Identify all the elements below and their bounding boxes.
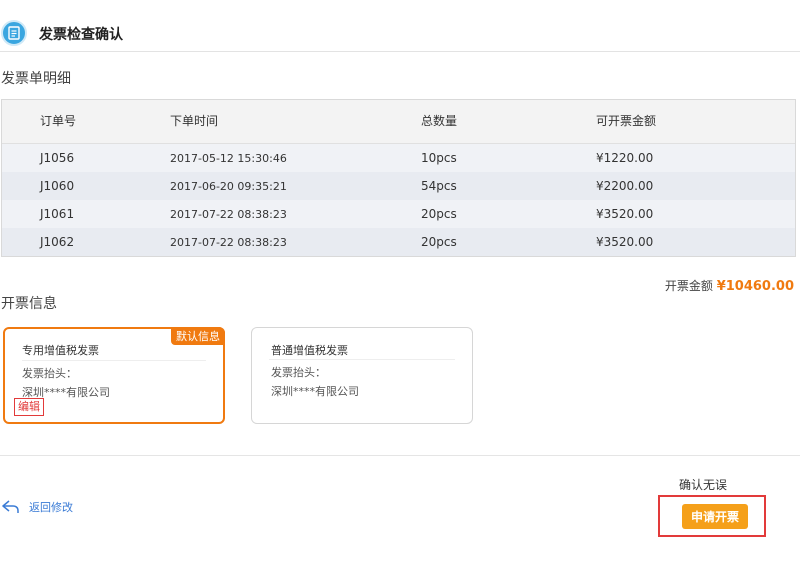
card-divider (22, 360, 206, 361)
order-time: 2017-06-20 09:35:21 (170, 179, 287, 193)
edit-link[interactable]: 编辑 (14, 398, 44, 416)
default-badge: 默认信息 (171, 327, 225, 345)
order-quantity: 20pcs (421, 235, 457, 249)
column-header-quantity: 总数量 (421, 114, 458, 128)
table-header: 订单号 下单时间 总数量 可开票金额 (2, 100, 795, 144)
table-row: J1056 2017-05-12 15:30:46 10pcs ¥1220.00 (2, 144, 795, 172)
column-header-order: 订单号 (40, 114, 77, 128)
order-time: 2017-07-22 08:38:23 (170, 235, 287, 249)
apply-button-highlight: 申请开票 (658, 495, 766, 537)
invoice-detail-table: 订单号 下单时间 总数量 可开票金额 J1056 2017-05-12 15:3… (1, 99, 796, 257)
order-number: J1062 (40, 235, 75, 249)
invoice-title-label: 发票抬头： (271, 366, 326, 379)
invoice-title-label: 发票抬头： (22, 367, 77, 380)
card-divider (269, 359, 455, 360)
order-quantity: 54pcs (421, 179, 457, 193)
order-number: J1056 (40, 151, 75, 165)
invoice-total-amount: ¥10460.00 (716, 279, 794, 294)
confirm-text: 确认无误 (679, 478, 728, 492)
page-title: 发票检查确认 (39, 27, 123, 43)
invoice-total-label: 开票金额 (664, 279, 713, 293)
table-row: J1060 2017-06-20 09:35:21 54pcs ¥2200.00 (2, 172, 795, 200)
detail-section-title: 发票单明细 (1, 71, 71, 87)
back-link[interactable]: 返回修改 (2, 499, 73, 515)
back-link-label: 返回修改 (29, 501, 73, 514)
order-quantity: 10pcs (421, 151, 457, 165)
table-row: J1062 2017-07-22 08:38:23 20pcs ¥3520.00 (2, 228, 795, 256)
order-amount: ¥3520.00 (596, 235, 654, 249)
invoice-info-title: 开票信息 (1, 296, 57, 312)
footer-divider (0, 455, 800, 456)
back-arrow-icon (2, 500, 19, 513)
order-time: 2017-07-22 08:38:23 (170, 207, 287, 221)
invoice-company: 深圳****有限公司 (271, 385, 359, 398)
column-header-amount: 可开票金额 (596, 114, 657, 128)
order-quantity: 20pcs (421, 207, 457, 221)
order-number: J1060 (40, 179, 75, 193)
column-header-time: 下单时间 (170, 114, 219, 128)
order-amount: ¥1220.00 (596, 151, 654, 165)
invoice-total: 开票金额 ¥10460.00 (665, 277, 794, 294)
order-number: J1061 (40, 207, 75, 221)
invoice-type: 专用增值税发票 (22, 344, 99, 357)
invoice-card-vat-normal[interactable]: 普通增值税发票 发票抬头： 深圳****有限公司 (251, 327, 473, 424)
order-amount: ¥3520.00 (596, 207, 654, 221)
order-time: 2017-05-12 15:30:46 (170, 151, 287, 165)
table-row: J1061 2017-07-22 08:38:23 20pcs ¥3520.00 (2, 200, 795, 228)
invoice-type: 普通增值税发票 (271, 344, 348, 357)
order-amount: ¥2200.00 (596, 179, 654, 193)
invoice-card-vat-special[interactable]: 默认信息 专用增值税发票 发票抬头： 深圳****有限公司 编辑 (3, 327, 225, 424)
apply-invoice-button[interactable]: 申请开票 (682, 504, 748, 529)
page-header: 发票检查确认 (0, 0, 800, 52)
invoice-icon (1, 20, 27, 46)
